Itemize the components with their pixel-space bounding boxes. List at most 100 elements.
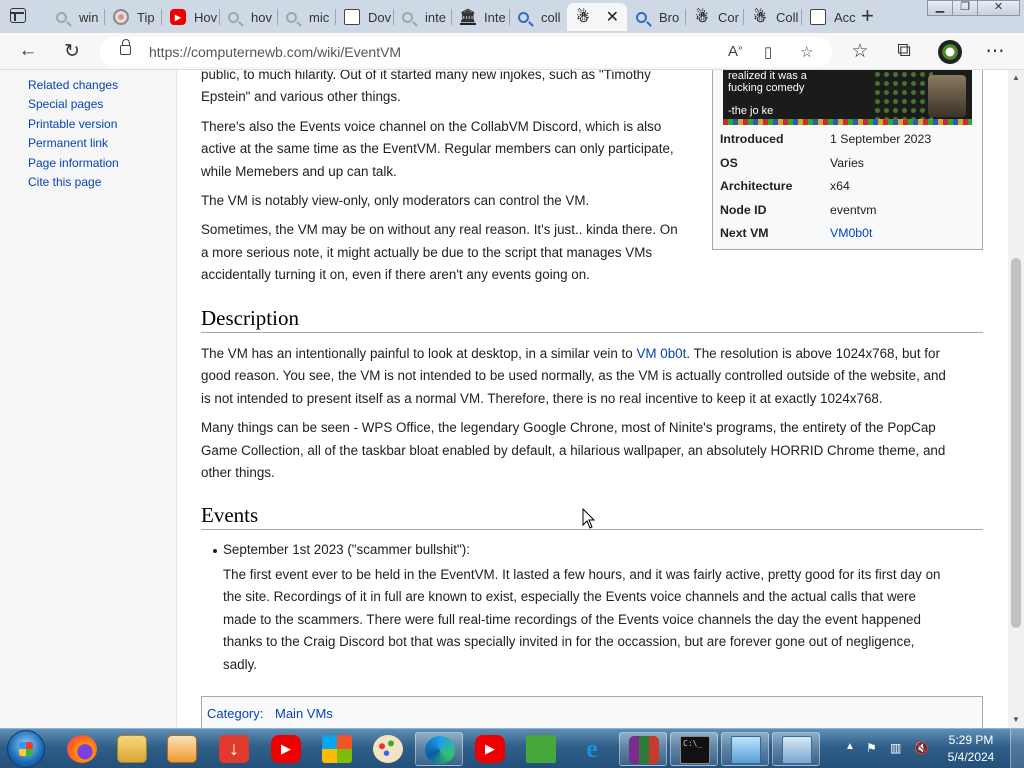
sidebar-link-special-pages[interactable]: Special pages [28,97,103,111]
tab-11[interactable]: Bro [628,3,684,31]
new-tab-button[interactable]: + [861,5,874,27]
wiki-icon: ☃ [576,9,590,26]
wiki-icon: ☃ [695,9,709,26]
wiki-icon: ☃ [753,9,767,26]
taskbar-winrar[interactable] [619,732,667,766]
taskbar-remote-desktop[interactable] [772,732,820,766]
sidebar-link-related-changes[interactable]: Related changes [28,78,118,92]
tab-4[interactable]: hov [220,3,276,31]
network-icon[interactable]: ▥ [890,741,904,755]
favorites-icon[interactable]: ☆ [847,39,873,63]
youtube-icon: ▶ [475,735,505,763]
tab-title: Bro [659,9,680,25]
taskbar-file-explorer[interactable] [108,732,156,766]
tab-13[interactable]: ☃ Coll [744,3,800,31]
start-button[interactable] [7,730,45,768]
tab-actions-icon[interactable] [10,8,26,23]
scroll-down-icon[interactable]: ▼ [1012,715,1020,724]
link-next-vm[interactable]: VM0b0t [830,226,872,240]
settings-menu-icon[interactable]: ⋯ [982,39,1008,63]
show-desktop-button[interactable] [1010,729,1024,768]
store-icon [322,735,352,763]
system-clock[interactable]: 5:29 PM 5/4/2024 [940,732,1002,766]
paragraph-line: is not intended to present itself as a n… [201,391,883,406]
taskbar-youtube-2[interactable]: ▶ [466,732,514,766]
lock-icon[interactable] [120,39,131,55]
tab-2[interactable]: Tip [105,3,160,31]
tab-12[interactable]: ☃ Cor [686,3,742,31]
category-label[interactable]: Category: [207,706,263,721]
tab-8[interactable]: 🏛 Inte [452,3,508,31]
volume-muted-icon[interactable]: 🔇 [914,741,929,755]
tab-title: Hov [194,9,218,25]
tab-7[interactable]: inte [394,3,450,31]
search-icon [402,11,413,23]
taskbar-paint[interactable] [364,732,412,766]
sidebar-link-page-information[interactable]: Page information [28,156,119,170]
tab-title: Dov [368,9,392,25]
refresh-button[interactable]: ↻ [59,39,85,63]
tab-6[interactable]: Dov [336,3,392,31]
control-panel-icon [731,736,761,764]
close-tab-icon[interactable]: ✕ [606,7,619,27]
read-aloud-icon[interactable]: A» [728,43,742,60]
collections-icon[interactable]: ⧉ [891,39,917,63]
taskbar-internet-explorer[interactable]: e [568,732,616,766]
media-player-icon [167,735,197,763]
category-box: Category: Main VMs [201,696,983,728]
scroll-up-icon[interactable]: ▲ [1012,73,1020,82]
paragraph-line: The VM has an intentionally painful to l… [201,346,940,361]
close-window-button[interactable]: ✕ [977,0,1020,16]
category-link-main-vms[interactable]: Main VMs [275,706,333,721]
show-hidden-icons-icon[interactable]: ▲ [845,741,859,755]
tab-5[interactable]: mic [278,3,334,31]
back-button[interactable]: ← [15,39,41,63]
add-favorite-icon[interactable]: ☆ [800,43,813,61]
maximize-button[interactable]: ❐ [952,0,978,16]
search-icon [518,11,529,23]
profile-avatar[interactable] [938,40,962,64]
action-center-flag-icon[interactable]: ⚑ [866,741,880,755]
infobox-image[interactable]: realized it was a fucking comedy -the jo… [723,70,972,125]
paragraph-line: Many things can be seen - WPS Office, th… [201,420,936,435]
immersive-reader-icon[interactable]: ▯ [764,43,772,61]
youtube-icon: ▶ [170,9,186,25]
sidebar-link-cite-this-page[interactable]: Cite this page [28,175,101,189]
taskbar-downloader[interactable]: ↓ [210,732,258,766]
bullet [213,549,217,553]
tab-14[interactable]: Acc [802,3,858,31]
taskbar-media-player[interactable] [158,732,206,766]
search-icon [636,11,647,23]
tab-title: hov [251,9,272,25]
scrollbar-thumb[interactable] [1011,258,1021,628]
address-bar[interactable]: https://computernewb.com/wiki/EventVM A»… [100,37,832,67]
archive-icon: 🏛 [459,8,477,25]
tab-active[interactable]: ☃ ✕ [567,3,627,31]
minecraft-icon [526,735,556,763]
sidebar-link-permanent-link[interactable]: Permanent link [28,136,108,150]
url-text[interactable]: https://computernewb.com/wiki/EventVM [149,44,401,60]
taskbar-control-panel[interactable] [721,732,769,766]
minimize-button[interactable]: ▁ [927,0,953,16]
paragraph-line: while Memebers and up can talk. [201,164,397,179]
paragraph-line: thanks to the Craig Discord bot that was… [223,634,915,649]
search-icon [56,11,67,23]
paragraph-line: a more serious note, it might actually b… [201,245,653,260]
taskbar-minecraft[interactable] [517,732,565,766]
paint-icon [373,735,403,763]
taskbar-youtube[interactable]: ▶ [262,732,310,766]
tab-title: Acc [834,9,856,25]
web-page: Related changes Special pages Printable … [0,70,1008,728]
sidebar-link-printable-version[interactable]: Printable version [28,117,117,131]
taskbar-edge[interactable] [415,732,463,766]
taskbar-firefox[interactable] [58,732,106,766]
tab-9[interactable]: coll [510,3,566,31]
search-icon [286,11,297,23]
tab-title: Inte [484,9,506,25]
vertical-scrollbar[interactable]: ▲ ▼ [1008,70,1024,728]
taskbar-command-prompt[interactable]: C:\_ [670,732,718,766]
tab-3[interactable]: ▶ Hov [162,3,218,31]
tab-1[interactable]: win [48,3,103,31]
link-vm-0b0t[interactable]: VM 0b0t [636,346,686,361]
taskbar-store[interactable] [313,732,361,766]
